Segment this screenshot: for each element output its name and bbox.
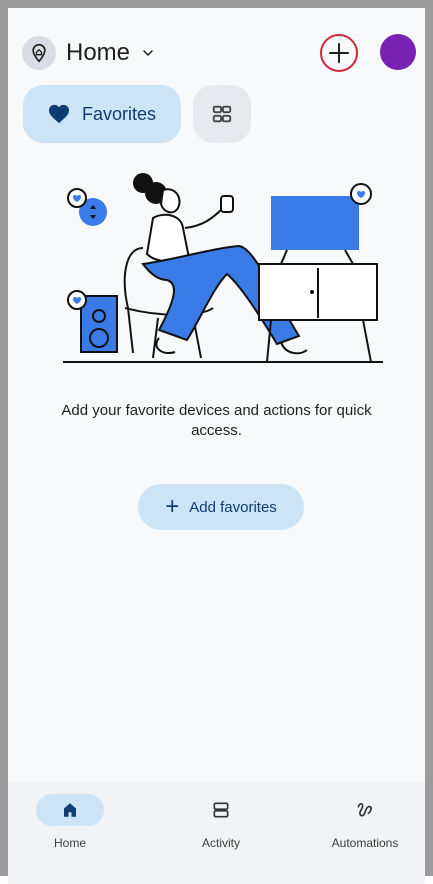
home-name: Home — [66, 39, 131, 66]
automations-icon — [357, 803, 373, 817]
nav-label-activity: Activity — [201, 836, 240, 850]
bottom-navigation: Home Activity Automations — [8, 782, 425, 884]
nav-item-activity[interactable]: Activity — [161, 794, 281, 850]
favorites-illustration — [63, 173, 383, 363]
nav-item-automations[interactable]: Automations — [305, 794, 425, 850]
favorites-label: Favorites — [81, 103, 157, 124]
nav-label-automations: Automations — [331, 836, 399, 850]
nav-item-home[interactable]: Home — [10, 794, 130, 850]
add-button[interactable] — [320, 34, 358, 72]
plus-icon: + — [165, 493, 180, 520]
empty-state-message: Add your favorite devices and actions fo… — [61, 402, 372, 439]
grid-view-chip[interactable] — [193, 85, 251, 143]
add-favorites-button[interactable]: + Add favorites — [138, 484, 304, 530]
app-frame: Home Favorites Add your favorite devices… — [0, 0, 433, 884]
filter-chips: Favorites — [23, 85, 251, 143]
heart-icon — [48, 104, 69, 124]
favorites-chip[interactable]: Favorites — [23, 85, 181, 143]
avatar[interactable] — [380, 34, 416, 70]
nav-label-home: Home — [53, 836, 86, 850]
home-icon — [64, 803, 76, 817]
activity-icon — [213, 802, 229, 818]
home-switcher[interactable]: Home — [22, 32, 156, 74]
chevron-down-icon — [143, 50, 153, 56]
location-home-icon — [22, 36, 56, 70]
plus-icon — [329, 43, 349, 63]
grid-icon — [212, 105, 232, 123]
add-favorites-label: Add favorites — [189, 498, 277, 516]
top-bar: Home — [8, 8, 425, 86]
